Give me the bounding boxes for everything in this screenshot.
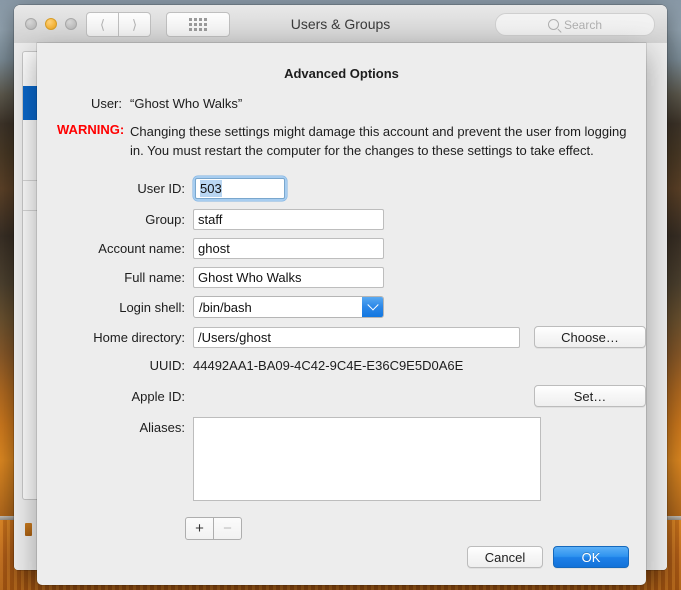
login-shell-popup[interactable]: /bin/bash (193, 296, 384, 318)
aliases-row: Aliases: (37, 417, 646, 501)
group-label: Group: (145, 212, 185, 227)
cancel-button[interactable]: Cancel (467, 546, 543, 568)
user-id-focus-ring: 503 (193, 176, 287, 201)
account-name-input[interactable]: ghost (193, 238, 384, 259)
advanced-options-sheet: Advanced Options User: “Ghost Who Walks”… (37, 43, 646, 585)
search-placeholder: Search (563, 17, 603, 32)
screen: ⟨ ⟩ Users & Groups Search Advanced Optio… (0, 0, 681, 590)
alias-add-remove-control: + − (185, 517, 242, 540)
advanced-options-form: User ID: 503 Group: staff Account name: … (37, 176, 646, 540)
set-button[interactable]: Set… (534, 385, 646, 407)
account-name-label: Account name: (98, 241, 185, 256)
account-name-row: Account name: ghost (37, 238, 646, 259)
warning-text: Changing these settings might damage thi… (130, 124, 627, 158)
chevron-down-icon (366, 299, 379, 311)
warning-label: WARNING: (57, 122, 125, 137)
full-name-row: Full name: Ghost Who Walks (37, 267, 646, 288)
ok-button[interactable]: OK (553, 546, 629, 568)
warning-row: WARNING: Changing these settings might d… (37, 122, 646, 160)
aliases-label: Aliases: (139, 420, 185, 435)
choose-button[interactable]: Choose… (534, 326, 646, 348)
search-field[interactable]: Search (495, 13, 655, 36)
user-label: User: (90, 96, 122, 111)
home-directory-row: Home directory: /Users/ghost Choose… (37, 326, 646, 348)
uuid-label: UUID: (149, 358, 185, 373)
group-input[interactable]: staff (193, 209, 384, 230)
full-name-input[interactable]: Ghost Who Walks (193, 267, 384, 288)
apple-id-row: Apple ID: Set… (37, 385, 646, 407)
home-directory-label: Home directory: (93, 329, 185, 345)
user-id-input[interactable]: 503 (195, 178, 285, 199)
add-alias-button[interactable]: + (185, 517, 214, 540)
user-id-label: User ID: (137, 181, 185, 196)
sheet-footer: Cancel OK (467, 546, 629, 568)
login-shell-label: Login shell: (119, 299, 185, 315)
lock-icon[interactable] (25, 523, 32, 536)
user-id-row: User ID: 503 (37, 176, 646, 201)
window-titlebar[interactable]: ⟨ ⟩ Users & Groups Search (14, 5, 667, 44)
login-shell-arrow-button[interactable] (362, 297, 383, 317)
sheet-title: Advanced Options (284, 66, 399, 81)
uuid-row: UUID: 44492AA1-BA09-4C42-9C4E-E36C9E5D0A… (37, 358, 646, 373)
apple-id-label: Apple ID: (131, 388, 185, 404)
group-row: Group: staff (37, 209, 646, 230)
minus-icon: − (223, 520, 232, 537)
user-row: User: “Ghost Who Walks” (37, 96, 646, 111)
search-icon (547, 19, 559, 30)
plus-icon: + (195, 520, 204, 537)
login-shell-value: /bin/bash (199, 299, 252, 315)
home-directory-input[interactable]: /Users/ghost (193, 326, 520, 348)
login-shell-row: Login shell: /bin/bash (37, 296, 646, 318)
remove-alias-button[interactable]: − (214, 517, 242, 540)
uuid-value: 44492AA1-BA09-4C42-9C4E-E36C9E5D0A6E (193, 358, 464, 373)
full-name-label: Full name: (124, 270, 185, 285)
aliases-list[interactable] (193, 417, 541, 501)
user-id-value: 503 (200, 180, 222, 197)
user-value: “Ghost Who Walks” (130, 96, 243, 111)
